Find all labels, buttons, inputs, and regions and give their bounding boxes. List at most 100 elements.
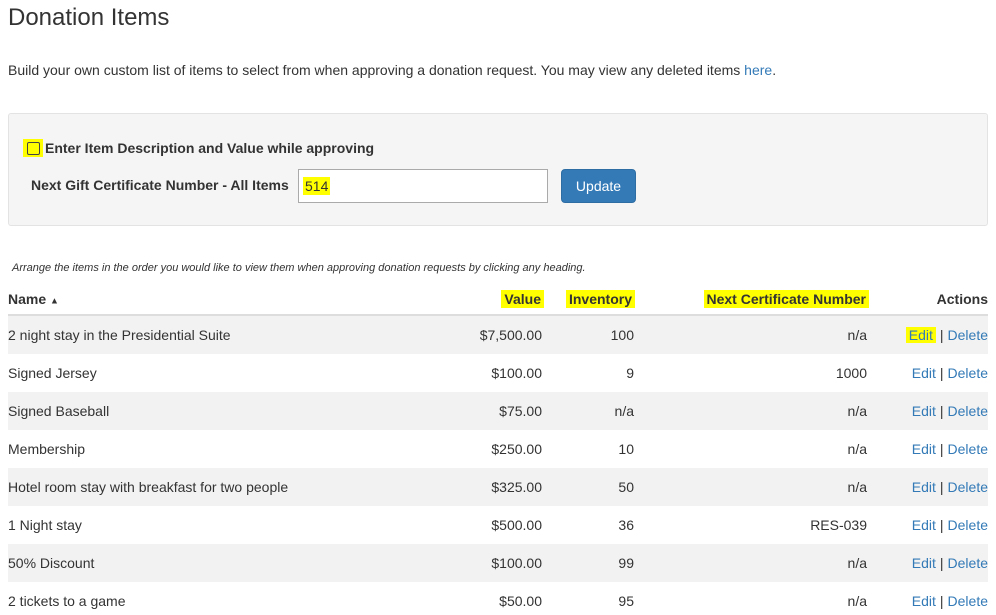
cell-value: $50.00 [499, 593, 542, 609]
gift-certificate-label: Next Gift Certificate Number - All Items [31, 177, 289, 193]
cell-name: 2 night stay in the Presidential Suite [8, 327, 231, 343]
cell-actions: Edit | Delete [905, 327, 988, 343]
table-body: 2 night stay in the Presidential Suite $7… [8, 316, 988, 615]
cell-name: 2 tickets to a game [8, 593, 126, 609]
delete-link[interactable]: Delete [948, 365, 988, 381]
intro-period: . [772, 62, 777, 78]
header-actions: Actions [936, 291, 988, 307]
checkbox-square-icon [26, 141, 40, 155]
cell-value: $100.00 [491, 555, 542, 571]
cell-actions: Edit | Delete [912, 403, 988, 419]
cell-value: $7,500.00 [479, 327, 542, 343]
edit-link[interactable]: Edit [912, 555, 936, 571]
cell-next-certificate: n/a [847, 441, 867, 457]
edit-link[interactable]: Edit [912, 517, 936, 533]
cell-next-certificate: n/a [847, 403, 867, 419]
cell-name: 50% Discount [8, 555, 95, 571]
header-next-certificate[interactable]: Next Certificate Number [703, 290, 869, 308]
table-hint: Arrange the items in the order you would… [12, 262, 586, 274]
delete-link[interactable]: Delete [948, 517, 988, 533]
edit-link[interactable]: Edit [912, 593, 936, 609]
cell-next-certificate: n/a [847, 479, 867, 495]
action-separator: | [939, 479, 944, 495]
delete-link[interactable]: Delete [948, 555, 988, 571]
cell-actions: Edit | Delete [912, 555, 988, 571]
cell-next-certificate: n/a [847, 327, 867, 343]
header-name-label: Name [8, 291, 47, 307]
action-separator: | [939, 403, 944, 419]
table-row: 2 night stay in the Presidential Suite $7… [8, 316, 988, 354]
action-separator: | [939, 593, 944, 609]
table-row: Signed Baseball $75.00 n/a n/a Edit | Delete [8, 392, 988, 430]
cell-actions: Edit | Delete [912, 441, 988, 457]
edit-link[interactable]: Edit [905, 327, 936, 343]
cell-actions: Edit | Delete [912, 593, 988, 609]
delete-link[interactable]: Delete [948, 441, 988, 457]
gift-certificate-input[interactable]: 514 [298, 169, 548, 203]
delete-link[interactable]: Delete [948, 327, 988, 343]
delete-link[interactable]: Delete [948, 403, 988, 419]
item-description-checkbox-label: Enter Item Description and Value while a… [45, 140, 375, 156]
table-row: Signed Jersey $100.00 9 1000 Edit | Delete [8, 354, 988, 392]
header-value-label: Value [501, 290, 544, 308]
deleted-items-link[interactable]: here [744, 62, 772, 78]
cell-actions: Edit | Delete [912, 479, 988, 495]
cell-inventory: 50 [618, 479, 634, 495]
cell-next-certificate: n/a [847, 555, 867, 571]
cell-name: Hotel room stay with breakfast for two p… [8, 479, 289, 495]
cell-inventory: 100 [610, 327, 634, 343]
table-header-row: Name ▲ Value Inventory Next Certificate … [8, 284, 988, 316]
intro-description: Build your own custom list of items to s… [8, 62, 745, 78]
cell-inventory: 36 [618, 517, 634, 533]
edit-link[interactable]: Edit [912, 479, 936, 495]
table-row: Membership $250.00 10 n/a Edit | Delete [8, 430, 988, 468]
sort-ascending-icon: ▲ [50, 295, 59, 306]
edit-link[interactable]: Edit [912, 403, 936, 419]
table-row: 50% Discount $100.00 99 n/a Edit | Delete [8, 544, 988, 582]
cell-value: $250.00 [491, 441, 542, 457]
cell-value: $500.00 [491, 517, 542, 533]
table-row: 2 tickets to a game $50.00 95 n/a Edit | Delet… [8, 582, 988, 615]
delete-link[interactable]: Delete [948, 593, 988, 609]
donation-items-table: Name ▲ Value Inventory Next Certificate … [8, 284, 988, 615]
cell-actions: Edit | Delete [912, 517, 988, 533]
header-next-certificate-label: Next Certificate Number [703, 290, 869, 308]
edit-link[interactable]: Edit [912, 365, 936, 381]
page-title: Donation Items [8, 4, 170, 31]
cell-inventory: 95 [618, 593, 634, 609]
action-separator: | [939, 441, 944, 457]
header-inventory[interactable]: Inventory [565, 290, 635, 308]
cell-inventory: 99 [618, 555, 634, 571]
cell-next-certificate: 1000 [835, 365, 867, 381]
cell-name: Membership [8, 441, 86, 457]
update-button[interactable]: Update [561, 169, 636, 203]
cell-inventory: 10 [618, 441, 634, 457]
item-description-checkbox[interactable] [23, 139, 43, 157]
intro-text: Build your own custom list of items to s… [8, 62, 776, 78]
item-description-option[interactable]: Enter Item Description and Value while a… [23, 139, 374, 157]
cell-next-certificate: RES-039 [810, 517, 867, 533]
edit-link[interactable]: Edit [912, 441, 936, 457]
cell-inventory: 9 [626, 365, 634, 381]
cell-inventory: n/a [614, 403, 634, 419]
cell-value: $75.00 [499, 403, 542, 419]
header-value[interactable]: Value [501, 290, 544, 308]
gift-certificate-value: 514 [303, 177, 331, 195]
delete-link[interactable]: Delete [948, 479, 988, 495]
table-row: 1 Night stay $500.00 36 RES-039 Edit | Delete [8, 506, 988, 544]
action-separator: | [939, 517, 944, 533]
cell-actions: Edit | Delete [912, 365, 988, 381]
header-name[interactable]: Name ▲ [8, 291, 59, 307]
action-separator: | [939, 327, 944, 343]
settings-panel: Enter Item Description and Value while a… [8, 113, 988, 226]
donation-items-page: Donation Items Build your own custom lis… [0, 0, 996, 615]
action-separator: | [939, 555, 944, 571]
action-separator: | [939, 365, 944, 381]
table-row: Hotel room stay with breakfast for two p… [8, 468, 988, 506]
cell-name: Signed Jersey [8, 365, 97, 381]
cell-value: $100.00 [491, 365, 542, 381]
cell-name: 1 Night stay [8, 517, 82, 533]
cell-value: $325.00 [491, 479, 542, 495]
cell-next-certificate: n/a [847, 593, 867, 609]
cell-name: Signed Baseball [8, 403, 110, 419]
